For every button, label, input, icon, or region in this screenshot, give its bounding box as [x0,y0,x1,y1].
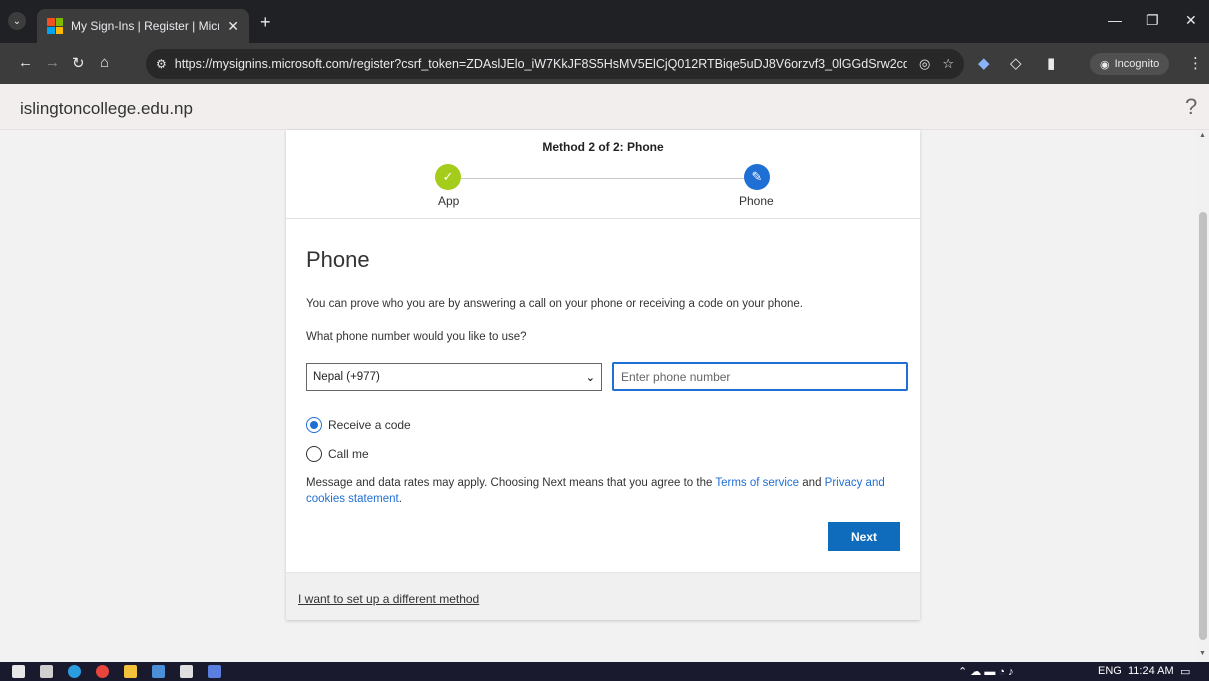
tab-search-icon[interactable]: ⌄ [8,12,26,30]
registration-card: Method 2 of 2: Phone ✓ ✎ App Phone Phone… [286,130,920,620]
windows-taskbar: ⌃ ☁ ▬ ◔ ♪ ENG 11:24 AM ▭ [0,662,1209,681]
address-bar[interactable]: ⚙ https://mysignins.microsoft.com/regist… [146,49,964,79]
browser-toolbar: ← → ↻ ⌂ ⚙ https://mysignins.microsoft.co… [0,43,1209,84]
reload-icon[interactable]: ↻ [72,54,85,72]
app-pinned-icon-2[interactable] [208,665,221,678]
call-me-option[interactable]: Call me [306,446,369,462]
restore-icon[interactable]: ❐ [1146,12,1159,29]
store-icon[interactable] [180,665,193,678]
address-url[interactable]: https://mysignins.microsoft.com/register… [175,57,907,71]
step-connector-line [461,178,744,179]
browser-tab[interactable]: My Sign-Ins | Register | Microsc ✕ [37,9,249,43]
scroll-up-arrow-icon[interactable]: ▲ [1199,132,1206,139]
chrome-browser-icon[interactable] [96,665,109,678]
eye-off-icon[interactable]: ◎ [919,56,930,72]
terms-notice: Message and data rates may apply. Choosi… [306,475,906,507]
minimize-icon[interactable]: — [1108,12,1122,28]
new-tab-icon[interactable]: + [260,12,271,33]
next-button[interactable]: Next [828,522,900,551]
organization-domain: islingtoncollege.edu.np [20,99,193,118]
home-icon[interactable]: ⌂ [100,54,109,71]
menu-kebab-icon[interactable]: ⋮ [1188,54,1203,72]
receive-code-radio[interactable] [306,417,322,433]
app-pinned-icon[interactable] [152,665,165,678]
notifications-icon[interactable]: ▭ [1180,665,1190,678]
extension-shield-icon[interactable]: ◆ [978,54,990,72]
page-title: Phone [306,247,370,272]
step-current-pencil-icon: ✎ [744,164,770,190]
phone-number-input[interactable] [612,362,908,391]
incognito-icon: ◉ [1100,58,1110,71]
forward-icon[interactable]: → [45,54,60,71]
terms-of-service-link[interactable]: Terms of service [715,477,799,489]
step-label-app: App [438,194,460,208]
tab-title: My Sign-Ins | Register | Microsc [71,19,219,33]
language-indicator[interactable]: ENG [1098,665,1122,677]
terms-prefix-text: Message and data rates may apply. Choosi… [306,477,716,489]
terms-and-text: and [799,477,825,489]
different-method-link[interactable]: I want to set up a different method [298,592,479,606]
incognito-badge[interactable]: ◉ Incognito [1090,53,1170,75]
phone-question: What phone number would you like to use? [306,331,527,343]
bookmark-star-icon[interactable]: ☆ [942,56,954,72]
page-header: islingtoncollege.edu.np ? [0,84,1209,130]
edge-browser-icon[interactable] [68,665,81,678]
browser-title-bar: ⌄ My Sign-Ins | Register | Microsc ✕ + —… [0,0,1209,43]
method-progress-title: Method 2 of 2: Phone [542,140,664,154]
window-close-icon[interactable]: ✕ [1185,12,1197,29]
country-selected-value: Nepal (+977) [313,371,380,383]
side-panel-icon[interactable]: ▮ [1047,54,1055,72]
site-info-icon[interactable]: ⚙ [156,57,167,71]
receive-code-option[interactable]: Receive a code [306,417,411,433]
task-view-icon[interactable] [40,665,53,678]
scroll-down-arrow-icon[interactable]: ▼ [1199,650,1206,657]
tab-close-icon[interactable]: ✕ [227,18,239,35]
extensions-puzzle-icon[interactable]: ◇ [1010,54,1022,72]
windows-start-icon[interactable] [12,665,25,678]
help-icon[interactable]: ? [1185,94,1197,120]
chevron-down-icon: ⌄ [585,371,595,384]
receive-code-label: Receive a code [328,418,411,432]
scrollbar-thumb[interactable] [1199,212,1207,640]
country-code-select[interactable]: Nepal (+977) ⌄ [306,363,602,391]
phone-description: You can prove who you are by answering a… [306,298,803,310]
card-footer: I want to set up a different method [286,572,920,620]
incognito-label: Incognito [1114,58,1160,70]
call-me-label: Call me [328,447,369,461]
card-divider [286,218,920,219]
step-complete-check-icon: ✓ [435,164,461,190]
clock-time[interactable]: 11:24 AM [1128,665,1174,677]
call-me-radio[interactable] [306,446,322,462]
back-icon[interactable]: ← [18,54,33,71]
file-explorer-icon[interactable] [124,665,137,678]
system-tray-icons[interactable]: ⌃ ☁ ▬ ◔ ♪ [958,665,1014,678]
microsoft-logo-icon [47,18,63,34]
terms-suffix-text: . [398,493,402,505]
step-label-phone: Phone [739,194,774,208]
